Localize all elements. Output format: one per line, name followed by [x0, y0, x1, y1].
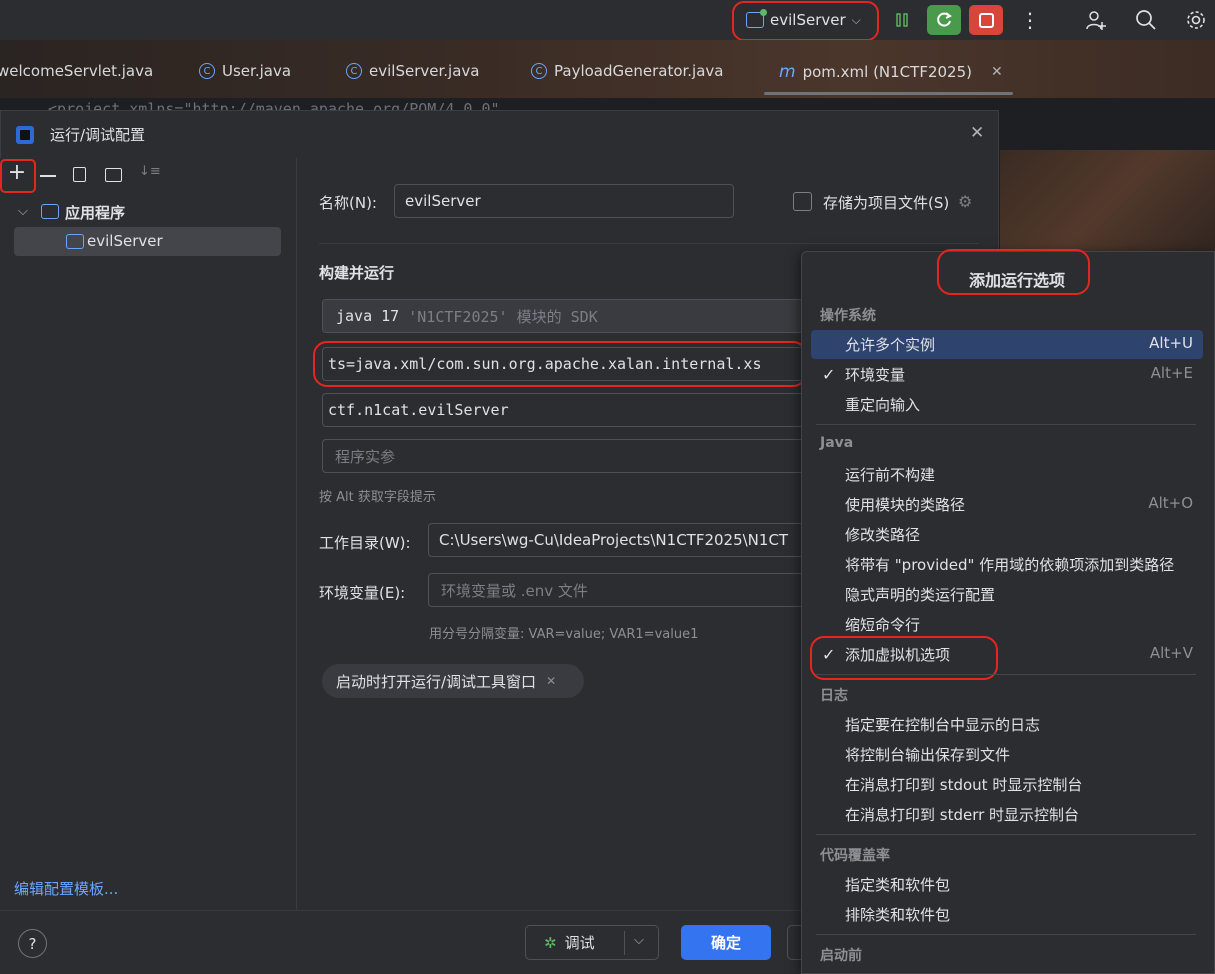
bug-icon: ✲ [544, 933, 557, 952]
check-icon: ✓ [822, 365, 836, 384]
popup-item-modify-classpath[interactable]: 修改类路径 [845, 524, 920, 545]
tab-welcome-servlet[interactable]: welcomeServlet.java [0, 62, 153, 80]
remove-config-icon[interactable] [40, 175, 56, 177]
divider [816, 934, 1196, 935]
popup-item-show-stderr[interactable]: 在消息打印到 stderr 时显示控制台 [845, 804, 1079, 825]
sort-icon[interactable]: ↓≡ [139, 164, 161, 179]
class-icon: C [531, 63, 547, 79]
popup-item-specify-logs[interactable]: 指定要在控制台中显示的日志 [845, 714, 1040, 735]
section-before-launch: 启动前 [820, 948, 862, 964]
popup-item-module-classpath[interactable]: 使用模块的类路径 [845, 494, 965, 515]
pause-icon [896, 13, 908, 27]
popup-item-provided-deps[interactable]: 将带有 "provided" 作用域的依赖项添加到类路径 [845, 554, 1174, 575]
search-button[interactable] [1129, 5, 1163, 35]
popup-item-save-console[interactable]: 将控制台输出保存到文件 [845, 744, 1010, 765]
popup-item-env-vars[interactable]: 环境变量 [845, 364, 905, 385]
application-icon [41, 204, 59, 219]
class-run-icon: C [346, 63, 362, 79]
program-args-input[interactable]: 程序实参 [322, 439, 812, 473]
chevron-down-icon[interactable]: ⌵ [634, 933, 644, 948]
ok-button[interactable]: 确定 [681, 925, 771, 960]
maven-icon: m [779, 62, 796, 82]
add-run-options-popup [801, 251, 1215, 974]
divider [816, 424, 1196, 425]
settings-icon [1187, 11, 1205, 29]
annotation-vm-options [313, 341, 807, 387]
alt-hint: 按 Alt 获取字段提示 [319, 490, 436, 505]
annotation-add-config [0, 159, 36, 193]
env-label: 环境变量(E): [319, 584, 406, 602]
copy-config-icon[interactable] [73, 167, 86, 182]
main-class-input[interactable]: ctf.n1cat.evilServer [322, 393, 812, 427]
store-as-project-checkbox[interactable] [793, 192, 812, 211]
editor-background-image [1000, 150, 1215, 260]
tab-evil-server[interactable]: C evilServer.java [346, 62, 479, 80]
add-user-icon [1086, 11, 1106, 30]
section-os: 操作系统 [820, 308, 876, 324]
tab-payload-generator[interactable]: C PayloadGenerator.java [531, 62, 724, 80]
popup-item-implicit-class[interactable]: 隐式声明的类运行配置 [845, 584, 995, 605]
search-icon [1136, 10, 1156, 30]
more-icon: ⋮ [1020, 8, 1040, 32]
stop-icon [978, 12, 994, 28]
divider [816, 674, 1196, 675]
divider [816, 834, 1196, 835]
env-input[interactable]: 环境变量或 .env 文件 [428, 573, 812, 607]
annotation-popup-title [937, 249, 1090, 295]
env-hint: 用分号分隔变量: VAR=value; VAR1=value1 [429, 627, 699, 642]
close-tab-icon[interactable]: ✕ [991, 64, 1003, 80]
edit-templates-link[interactable]: 编辑配置模板... [14, 878, 118, 899]
rerun-button[interactable] [927, 5, 961, 35]
popup-item-include-classes[interactable]: 指定类和软件包 [845, 874, 950, 895]
popup-item-show-stdout[interactable]: 在消息打印到 stdout 时显示控制台 [845, 774, 1082, 795]
config-tree-panel [0, 158, 297, 910]
popup-item-no-build[interactable]: 运行前不构建 [845, 464, 935, 485]
popup-item-exclude-classes[interactable]: 排除类和软件包 [845, 904, 950, 925]
help-button[interactable]: ? [18, 929, 47, 958]
tree-item-label: evilServer [87, 232, 163, 250]
rerun-icon [937, 12, 952, 27]
tree-group-application[interactable]: 应用程序 [65, 202, 125, 223]
stop-button[interactable] [969, 5, 1003, 35]
section-build-and-run: 构建并运行 [319, 264, 395, 282]
popup-item-redirect-input[interactable]: 重定向输入 [845, 394, 920, 415]
gear-icon[interactable]: ⚙ [958, 192, 972, 211]
active-tab-indicator [764, 92, 1013, 95]
class-icon: C [199, 63, 215, 79]
add-user-button[interactable] [1079, 5, 1113, 35]
tab-pom-xml[interactable]: m pom.xml (N1CTF2025) ✕ [779, 62, 1003, 82]
editor-code-line: <project xmlns="http://maven.apache.org/… [48, 100, 500, 110]
popup-item-shorten-cmd[interactable]: 缩短命令行 [845, 614, 920, 635]
section-logs: 日志 [820, 688, 848, 704]
section-java: Java [820, 435, 854, 451]
dialog-title: 运行/调试配置 [50, 126, 146, 144]
new-folder-icon[interactable] [105, 168, 122, 182]
close-chip-icon[interactable]: ✕ [546, 674, 556, 688]
dialog-close-icon[interactable]: ✕ [970, 123, 984, 143]
name-label: 名称(N): [319, 194, 377, 212]
sdk-select[interactable]: java 17 'N1CTF2025' 模块的 SDK [322, 299, 812, 333]
name-input[interactable]: evilServer [394, 184, 734, 218]
debug-button[interactable]: ✲ 调试 ⌵ [525, 925, 659, 960]
more-button[interactable]: ⋮ [1013, 5, 1047, 35]
tab-user[interactable]: C User.java [199, 62, 291, 80]
help-icon: ? [28, 934, 37, 953]
application-icon [66, 234, 84, 249]
store-as-project-label: 存储为项目文件(S) [823, 194, 950, 212]
workdir-label: 工作目录(W): [319, 534, 411, 552]
annotation-run-config [732, 1, 879, 41]
divider [319, 243, 979, 244]
section-coverage: 代码覆盖率 [820, 848, 890, 864]
workdir-input[interactable]: C:\Users\wg-Cu\IdeaProjects\N1CTF2025\N1… [428, 523, 812, 557]
chevron-down-icon[interactable]: ⌵ [18, 204, 28, 219]
settings-button[interactable] [1179, 5, 1213, 35]
intellij-logo-icon [16, 126, 34, 144]
pause-button[interactable] [885, 5, 919, 35]
option-chip[interactable]: 启动时打开运行/调试工具窗口 ✕ [322, 664, 584, 698]
